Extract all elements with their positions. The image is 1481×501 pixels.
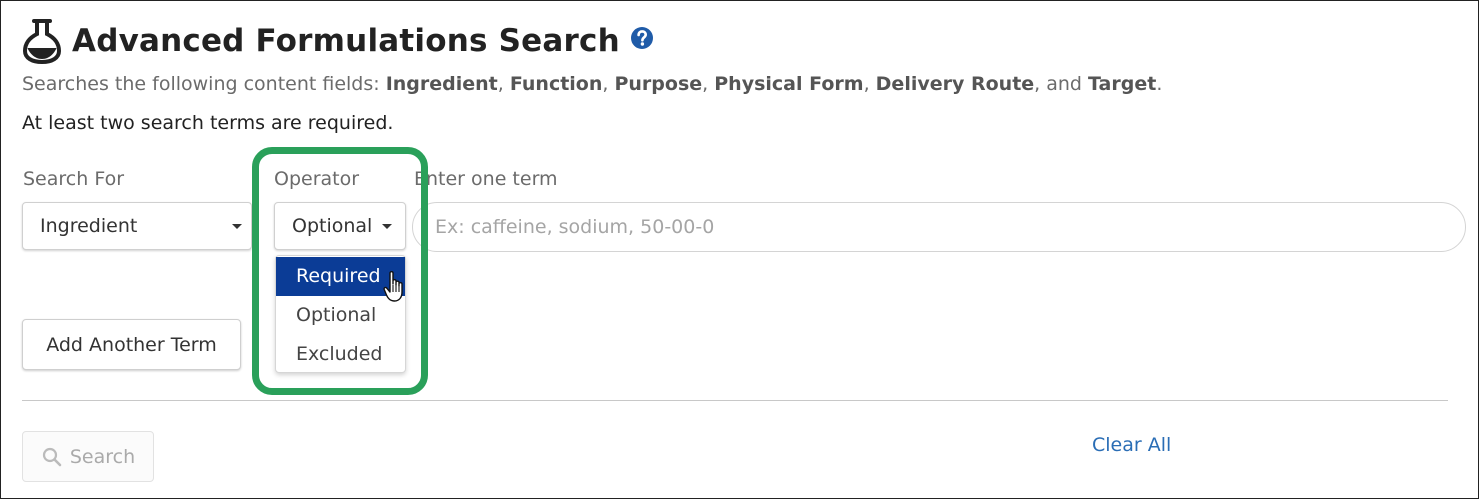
flask-icon bbox=[22, 19, 62, 64]
search-for-select[interactable]: Ingredient bbox=[22, 202, 252, 250]
operator-label: Operator bbox=[274, 168, 360, 190]
field-ingredient: Ingredient bbox=[385, 73, 498, 95]
separator: , bbox=[863, 73, 876, 95]
description-prefix: Searches the following content fields: bbox=[22, 73, 386, 95]
search-icon bbox=[42, 447, 62, 466]
separator-and: , and bbox=[1034, 73, 1089, 95]
operator-select[interactable]: Optional bbox=[274, 202, 406, 250]
field-purpose: Purpose bbox=[614, 73, 703, 95]
help-circle-icon[interactable] bbox=[630, 26, 654, 50]
field-target: Target bbox=[1088, 73, 1157, 95]
search-button-label: Search bbox=[69, 445, 136, 468]
search-fields-description: Searches the following content fields: I… bbox=[22, 73, 1162, 95]
field-function: Function bbox=[509, 73, 603, 95]
clear-all-link[interactable]: Clear All bbox=[1092, 434, 1171, 456]
operator-value: Optional bbox=[292, 215, 373, 237]
divider bbox=[22, 400, 1448, 401]
search-button[interactable]: Search bbox=[22, 431, 154, 482]
chevron-down-icon bbox=[232, 224, 242, 229]
operator-option-excluded[interactable]: Excluded bbox=[276, 335, 405, 374]
requirement-note: At least two search terms are required. bbox=[22, 112, 394, 134]
field-physical-form: Physical Form bbox=[714, 73, 864, 95]
separator: , bbox=[702, 73, 715, 95]
page-title: Advanced Formulations Search bbox=[72, 23, 620, 59]
term-input[interactable] bbox=[412, 202, 1466, 252]
separator: , bbox=[497, 73, 510, 95]
hand-pointer-cursor-icon bbox=[383, 270, 403, 302]
search-for-value: Ingredient bbox=[40, 215, 138, 237]
page-header: Advanced Formulations Search bbox=[22, 18, 654, 64]
description-end: . bbox=[1156, 73, 1163, 95]
search-for-label: Search For bbox=[23, 168, 125, 190]
field-delivery-route: Delivery Route bbox=[875, 73, 1035, 95]
term-label: Enter one term bbox=[414, 168, 558, 190]
separator: , bbox=[602, 73, 615, 95]
chevron-down-icon bbox=[382, 224, 392, 229]
add-another-term-button[interactable]: Add Another Term bbox=[22, 319, 241, 370]
